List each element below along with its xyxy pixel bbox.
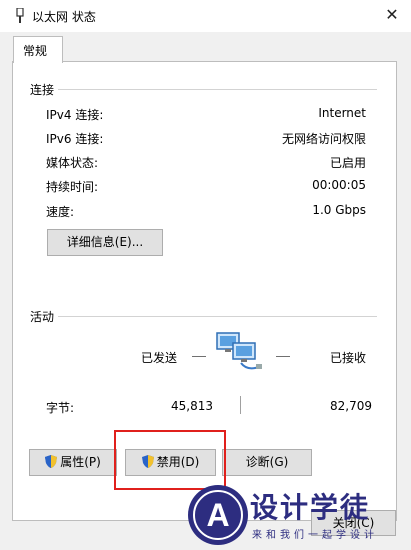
network-adapter-icon bbox=[16, 8, 24, 23]
highlight-box bbox=[114, 430, 226, 490]
tab-label: 常规 bbox=[23, 44, 48, 58]
uac-shield-icon bbox=[45, 455, 58, 468]
watermark-title: 设计学徒 bbox=[250, 491, 371, 524]
watermark-subtitle: 来和我们一起学设计 bbox=[252, 530, 378, 541]
title-bar: 以太网 状态 ✕ bbox=[0, 0, 411, 32]
bytes-sent-value: 45,813 bbox=[171, 399, 213, 413]
window-close-button[interactable]: ✕ bbox=[373, 0, 411, 32]
speed-value: 1.0 Gbps bbox=[312, 203, 366, 217]
diagnose-button[interactable]: 诊断(G) bbox=[222, 449, 312, 476]
ipv4-value: Internet bbox=[318, 106, 366, 120]
received-label: 已接收 bbox=[330, 351, 367, 365]
sent-label: 已发送 bbox=[141, 351, 178, 365]
sent-line bbox=[192, 356, 206, 357]
properties-button[interactable]: 属性(P) bbox=[29, 449, 117, 476]
activity-heading: 活动 bbox=[30, 310, 55, 324]
duration-value: 00:00:05 bbox=[312, 178, 366, 192]
received-line bbox=[276, 356, 290, 357]
connection-divider bbox=[58, 89, 377, 90]
ethernet-status-dialog: 以太网 状态 ✕ 常规 连接 IPv4 连接: Internet IPv6 连接… bbox=[0, 0, 411, 550]
properties-button-label: 属性(P) bbox=[60, 455, 101, 469]
ipv4-label: IPv4 连接: bbox=[46, 108, 104, 122]
network-activity-icon bbox=[216, 332, 262, 370]
media-state-label: 媒体状态: bbox=[46, 156, 99, 170]
ipv6-value: 无网络访问权限 bbox=[281, 132, 366, 146]
details-button[interactable]: 详细信息(E)... bbox=[47, 229, 163, 256]
window-title: 以太网 状态 bbox=[32, 10, 96, 24]
speed-label: 速度: bbox=[46, 205, 75, 219]
tab-general[interactable]: 常规 bbox=[13, 36, 63, 63]
activity-divider bbox=[58, 316, 377, 317]
bytes-label: 字节: bbox=[46, 401, 75, 415]
bytes-separator bbox=[240, 396, 241, 414]
ipv6-label: IPv6 连接: bbox=[46, 132, 104, 146]
connection-heading: 连接 bbox=[30, 83, 55, 97]
duration-label: 持续时间: bbox=[46, 180, 99, 194]
bytes-received-value: 82,709 bbox=[330, 399, 372, 413]
media-state-value: 已启用 bbox=[329, 156, 366, 170]
